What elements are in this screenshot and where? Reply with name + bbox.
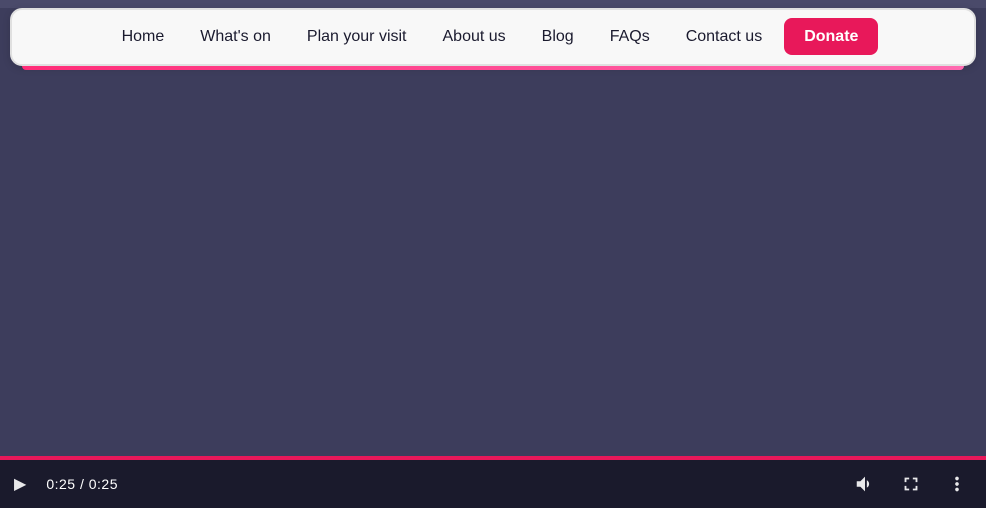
nav-item-plan-your-visit[interactable]: Plan your visit bbox=[293, 28, 421, 46]
nav-link-contact-us[interactable]: Contact us bbox=[672, 20, 776, 53]
video-controls: ▶ 0:25 / 0:25 bbox=[0, 460, 986, 508]
video-time-display: 0:25 / 0:25 bbox=[46, 476, 118, 492]
nav-item-contact-us[interactable]: Contact us bbox=[672, 28, 776, 46]
nav-link-whats-on[interactable]: What's on bbox=[186, 20, 285, 53]
nav-item-blog[interactable]: Blog bbox=[528, 28, 588, 46]
volume-icon bbox=[854, 473, 876, 495]
fullscreen-icon bbox=[900, 473, 922, 495]
nav-item-faqs[interactable]: FAQs bbox=[596, 28, 664, 46]
nav-item-whats-on[interactable]: What's on bbox=[186, 28, 285, 46]
nav-item-about-us[interactable]: About us bbox=[429, 28, 520, 46]
nav-links: Home What's on Plan your visit About us … bbox=[108, 28, 879, 46]
more-options-icon bbox=[946, 473, 968, 495]
fullscreen-button[interactable] bbox=[896, 469, 926, 499]
nav-item-home[interactable]: Home bbox=[108, 28, 179, 46]
nav-item-donate[interactable]: Donate bbox=[784, 28, 878, 46]
cursor-icon: ▶ bbox=[14, 474, 26, 494]
donate-button[interactable]: Donate bbox=[784, 18, 878, 55]
nav-link-about-us[interactable]: About us bbox=[429, 20, 520, 53]
navbar: Home What's on Plan your visit About us … bbox=[10, 8, 976, 66]
nav-link-home[interactable]: Home bbox=[108, 20, 179, 53]
nav-link-plan-your-visit[interactable]: Plan your visit bbox=[293, 20, 421, 53]
nav-link-blog[interactable]: Blog bbox=[528, 20, 588, 53]
volume-button[interactable] bbox=[850, 469, 880, 499]
more-options-button[interactable] bbox=[942, 469, 972, 499]
nav-link-faqs[interactable]: FAQs bbox=[596, 20, 664, 53]
video-area bbox=[0, 8, 986, 508]
